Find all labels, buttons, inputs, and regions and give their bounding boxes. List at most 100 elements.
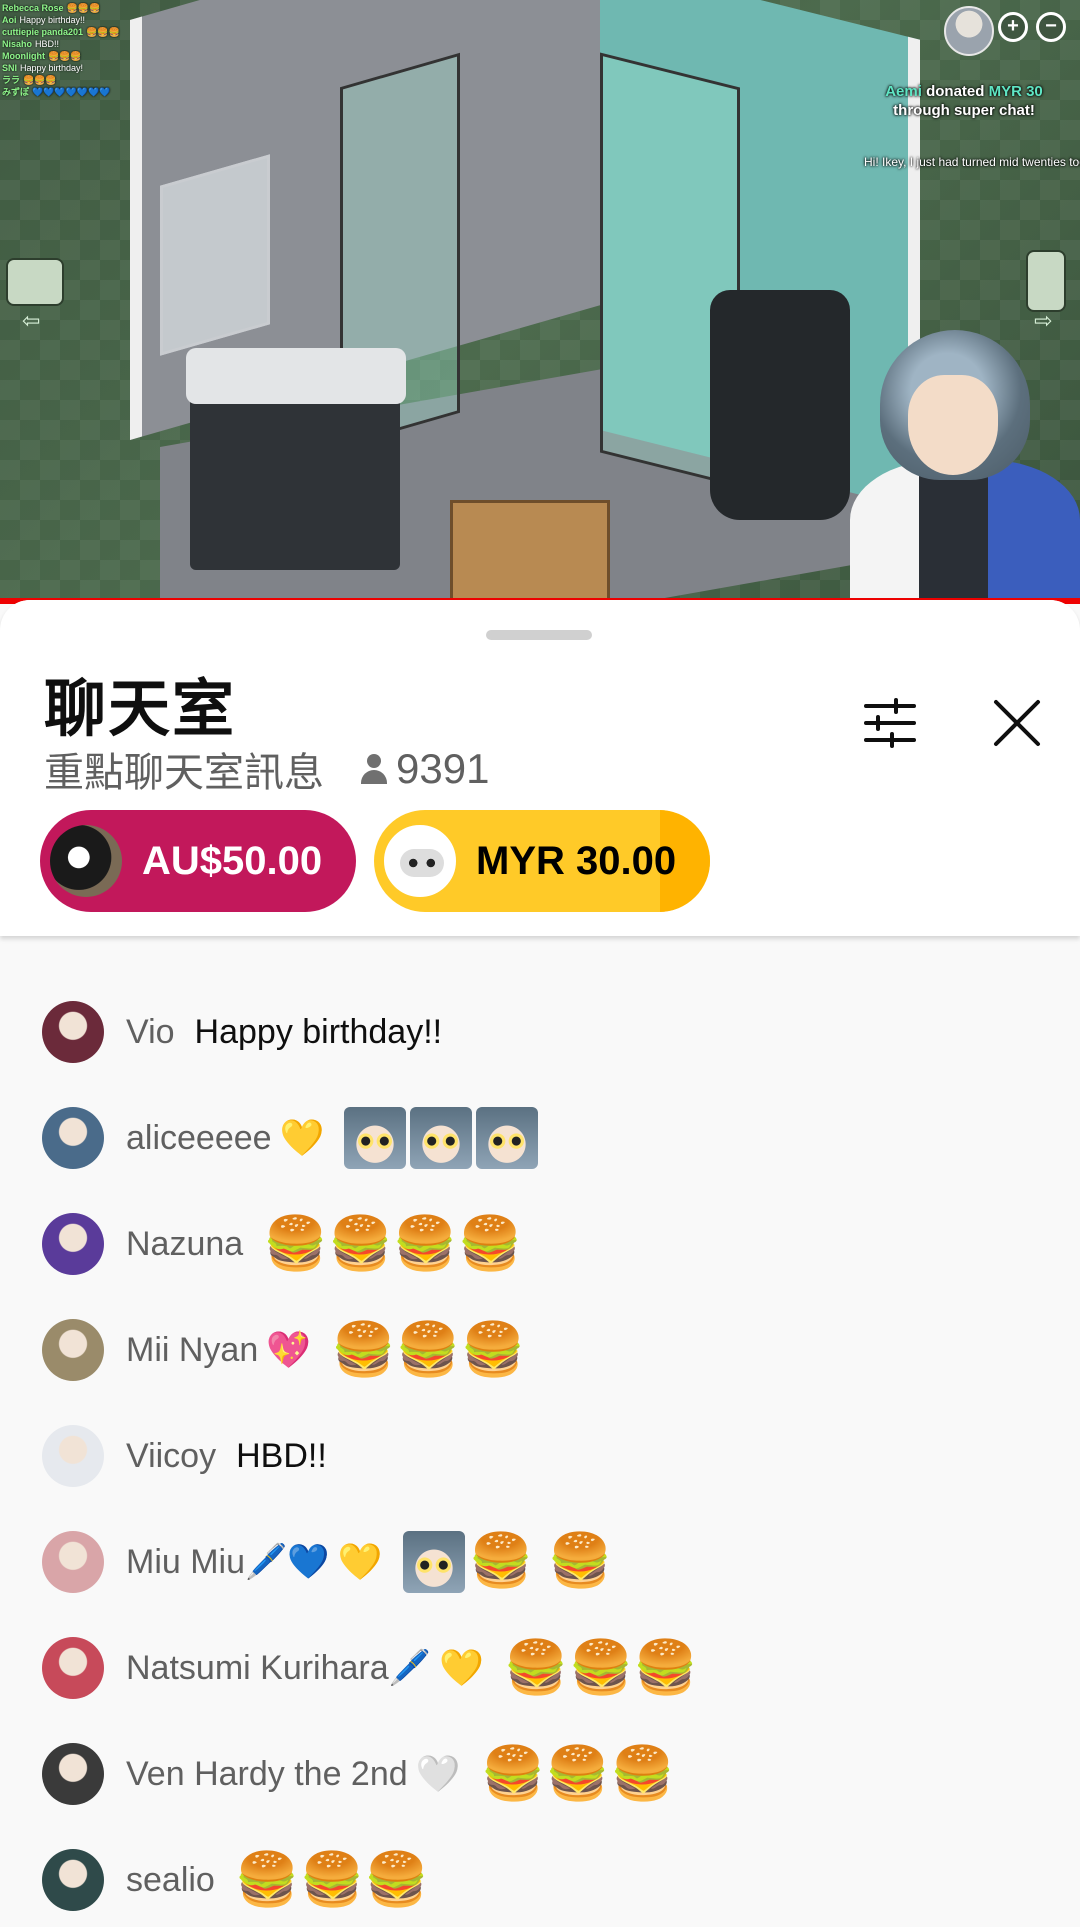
- overlay-chat-user: cuttiepie panda201: [2, 27, 84, 37]
- sink: [186, 348, 406, 404]
- donation-message: Hi! Ikey, I just had turned mid twenties…: [864, 154, 1080, 169]
- message-text: Happy birthday!!: [194, 1012, 443, 1051]
- author-avatar[interactable]: [42, 1531, 104, 1593]
- author-avatar[interactable]: [42, 1425, 104, 1487]
- donation-amount: MYR 30: [988, 83, 1043, 100]
- message-emotes: 🍔🍔🍔: [480, 1744, 674, 1804]
- donation-alert: Aemi donated MYR 30 through super chat! …: [864, 82, 1080, 169]
- chat-message[interactable]: Natsumi Kurihara🖊️ 💛 🍔🍔🍔: [0, 1628, 1080, 1708]
- overlay-chat-text: Happy birthday!: [20, 63, 84, 73]
- member-badge-icon: 💛: [337, 1541, 383, 1582]
- member-badge-icon: 💛: [279, 1117, 325, 1158]
- custom-emote-icon: [410, 1107, 473, 1169]
- left-arrow-icon: ⇦: [22, 308, 41, 333]
- mirror: [160, 154, 270, 356]
- burger-emoji-icon: 🍔 🍔: [468, 1532, 613, 1590]
- viewer-count-value: 9391: [396, 745, 490, 792]
- streamer-body: [850, 460, 1080, 604]
- overlay-chat-text: 🍔🍔🍔: [66, 3, 101, 13]
- author-avatar[interactable]: [42, 1637, 104, 1699]
- chat-message[interactable]: Ven Hardy the 2nd 🤍 🍔🍔🍔: [0, 1734, 1080, 1814]
- author-name[interactable]: Viicoy: [126, 1437, 216, 1476]
- close-icon[interactable]: [990, 696, 1044, 750]
- fridge-icon: [1026, 250, 1066, 312]
- donation-through: through super chat!: [893, 102, 1035, 119]
- chat-message[interactable]: Miu Miu🖊️💙 💛 🍔 🍔: [0, 1522, 1080, 1602]
- overlay-chat-text: 💙💙💙💙💙💙💙: [32, 87, 111, 97]
- author-name[interactable]: aliceeeee: [126, 1119, 272, 1158]
- overlay-chat-row: Rebecca Rose 🍔🍔🍔: [2, 2, 182, 14]
- custom-emote-icon: [476, 1107, 539, 1169]
- viewer-count: 9391: [360, 745, 489, 793]
- pinned-super-chat[interactable]: AU$50.00: [40, 810, 356, 912]
- chat-message[interactable]: Nazuna 🍔🍔🍔🍔: [0, 1204, 1080, 1284]
- overlay-chat-user: SNI: [2, 63, 18, 73]
- message-text: HBD!!: [236, 1436, 327, 1475]
- overlay-chat-text: 🍔🍔🍔: [23, 75, 57, 85]
- overlay-chat-row: Nisaho HBD!!: [2, 38, 182, 50]
- burger-emoji-icon: 🍔🍔🍔: [234, 1851, 430, 1909]
- author-name[interactable]: Vio: [126, 1013, 175, 1052]
- custom-emote-icon: [402, 1531, 465, 1593]
- overlay-chat-row: Moonlight 🍔🍔🍔: [2, 50, 182, 62]
- author-name[interactable]: Natsumi Kurihara🖊️: [126, 1648, 431, 1688]
- member-badge-icon: 🤍: [415, 1753, 461, 1794]
- message-emotes: 🍔🍔🍔: [235, 1850, 429, 1910]
- chat-message[interactable]: aliceeeee 💛: [0, 1098, 1080, 1178]
- author-avatar[interactable]: [42, 1107, 104, 1169]
- overlay-chat-row: みずぽ 💙💙💙💙💙💙💙: [2, 86, 182, 98]
- chat-message[interactable]: Mii Nyan 💖 🍔🍔🍔: [0, 1310, 1080, 1390]
- burger-emoji-icon: 🍔🍔🍔: [480, 1745, 675, 1803]
- overlay-chat-user: Rebecca Rose: [2, 3, 64, 13]
- overlay-chat-user: Nisaho: [2, 39, 33, 49]
- overlay-chat-row: cuttiepie panda201 🍔🍔🍔: [2, 26, 182, 38]
- donation-verb: donated: [926, 83, 985, 100]
- message-emotes: 🍔🍔🍔: [504, 1638, 698, 1698]
- zoom-in-icon: +: [998, 12, 1028, 42]
- chat-message[interactable]: Vio Happy birthday!!: [0, 992, 1080, 1072]
- overlay-chat-row: SNI Happy birthday!: [2, 62, 182, 74]
- author-name[interactable]: Miu Miu🖊️💙: [126, 1542, 330, 1582]
- author-name[interactable]: Mii Nyan: [126, 1331, 258, 1370]
- chat-message[interactable]: Viicoy HBD!!: [0, 1416, 1080, 1496]
- chat-panel: 聊天室 重點聊天室訊息 9391 AU$50.00 MYR 30.00 Vio …: [0, 600, 1080, 1923]
- person-icon: [360, 754, 388, 784]
- chat-header: 聊天室 重點聊天室訊息 9391 AU$50.00 MYR 30.00: [0, 600, 1080, 936]
- donor-avatar: [50, 825, 122, 897]
- donor-name: Aemi: [885, 83, 922, 100]
- overlay-chat-text: 🍔🍔🍔: [47, 51, 82, 61]
- chat-title: 聊天室: [44, 675, 237, 744]
- author-name[interactable]: sealio: [126, 1861, 215, 1900]
- burger-emoji-icon: 🍔🍔🍔🍔: [263, 1215, 523, 1273]
- author-name[interactable]: Ven Hardy the 2nd: [126, 1755, 408, 1794]
- author-avatar[interactable]: [42, 1849, 104, 1911]
- cardboard-box: [450, 500, 610, 604]
- member-badge-icon: 💛: [439, 1647, 484, 1688]
- author-name[interactable]: Nazuna: [126, 1225, 243, 1264]
- chat-mode-label: 重點聊天室訊息: [44, 751, 324, 795]
- video-player[interactable]: Rebecca Rose 🍔🍔🍔 Aoi Happy birthday!! cuttie…: [0, 0, 1080, 604]
- filter-settings-icon[interactable]: [862, 698, 918, 748]
- bed-icon: [6, 258, 64, 306]
- message-emotes: [344, 1107, 539, 1169]
- message-emotes: 🍔 🍔: [402, 1531, 613, 1593]
- overlay-chat-text: 🍔🍔🍔: [86, 27, 120, 37]
- drag-handle[interactable]: [486, 630, 592, 640]
- chat-message[interactable]: sealio 🍔🍔🍔: [0, 1840, 1080, 1920]
- author-avatar[interactable]: [42, 1213, 104, 1275]
- overlay-chat-user: みずぽ: [2, 87, 30, 97]
- author-avatar[interactable]: [42, 1743, 104, 1805]
- zoom-out-icon: −: [1036, 12, 1066, 42]
- author-avatar[interactable]: [42, 1319, 104, 1381]
- author-avatar[interactable]: [42, 1001, 104, 1063]
- toilet: [710, 290, 850, 520]
- super-chat-amount: AU$50.00: [142, 838, 323, 883]
- pinned-super-chat[interactable]: MYR 30.00: [374, 810, 710, 912]
- zoom-controls: + −: [998, 12, 1066, 42]
- donor-avatar: [384, 825, 456, 897]
- stream-chat-overlay: Rebecca Rose 🍔🍔🍔 Aoi Happy birthday!! cuttie…: [2, 2, 182, 98]
- chat-mode-selector[interactable]: 重點聊天室訊息 9391: [44, 740, 489, 798]
- burger-emoji-icon: 🍔🍔🍔: [331, 1321, 526, 1379]
- overlay-chat-row: Aoi Happy birthday!!: [2, 14, 182, 26]
- overlay-chat-user: Moonlight: [2, 51, 45, 61]
